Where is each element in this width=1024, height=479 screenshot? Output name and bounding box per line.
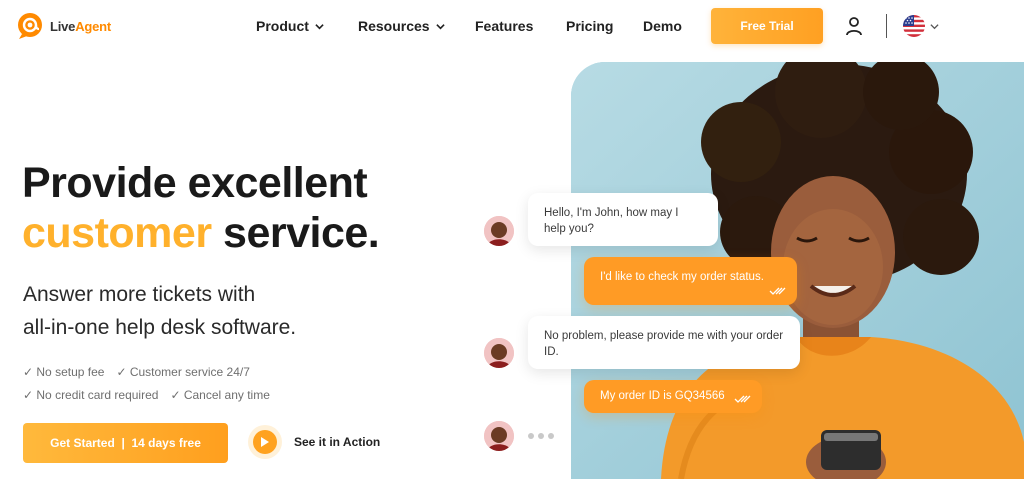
chat-message-user: My order ID is GQ34566 [584, 380, 762, 413]
get-started-button[interactable]: Get Started | 14 days free [23, 423, 228, 463]
hero-subheading: Answer more tickets with all-in-one help… [23, 278, 296, 344]
logo-text-agent: Agent [75, 18, 112, 34]
read-receipt-icon [734, 395, 751, 403]
nav-pricing[interactable]: Pricing [566, 18, 613, 34]
nav-pricing-label: Pricing [566, 18, 614, 34]
hero-headline: Provide excellent customer service. [22, 158, 380, 258]
logo-text-live: Live [50, 18, 76, 34]
agent-avatar [484, 338, 514, 368]
see-it-in-action-link[interactable]: See it in Action [248, 425, 380, 459]
chevron-down-icon [435, 23, 445, 29]
check-item: ✓ Customer service 24/7 [116, 365, 250, 379]
check-item: ✓ Cancel any time [170, 388, 270, 402]
free-trial-button[interactable]: Free Trial [711, 8, 823, 44]
user-account-icon[interactable] [845, 16, 863, 36]
check-item: ✓ No setup fee [23, 365, 105, 379]
subheading-line-2: all-in-one help desk software. [23, 316, 297, 339]
nav-divider [886, 14, 887, 38]
nav-demo[interactable]: Demo [643, 18, 682, 34]
chat-message-text: I'd like to check my order status. [600, 271, 764, 283]
feature-checklist: ✓ No setup fee ✓ Customer service 24/7 ✓… [23, 361, 270, 407]
chat-message-user: I'd like to check my order status. [584, 257, 797, 305]
subheading-line-1: Answer more tickets with [23, 283, 256, 306]
agent-avatar [484, 421, 514, 451]
chevron-down-icon [315, 23, 324, 29]
typing-indicator [528, 433, 554, 439]
headline-line-2: customer service. [22, 208, 380, 258]
headline-accent: customer [22, 209, 212, 257]
chat-message-agent: Hello, I'm John, how may I help you? [528, 193, 718, 246]
nav-features[interactable]: Features [475, 18, 533, 34]
play-icon [261, 437, 269, 447]
top-navigation: LiveAgent Product Resources Features Pri… [0, 0, 1024, 54]
headline-rest: service. [211, 209, 380, 257]
nav-resources-label: Resources [358, 18, 430, 34]
us-flag-icon[interactable] [903, 15, 925, 37]
nav-demo-label: Demo [643, 18, 682, 34]
check-item: ✓ No credit card required [23, 388, 159, 402]
logo-icon [18, 13, 42, 39]
nav-product-label: Product [256, 18, 309, 34]
read-receipt-icon [769, 287, 786, 295]
nav-features-label: Features [475, 18, 534, 34]
nav-product[interactable]: Product [256, 18, 324, 34]
headline-line-1: Provide excellent [22, 159, 368, 207]
agent-avatar [484, 216, 514, 246]
see-it-in-action-label: See it in Action [294, 435, 381, 449]
logo-text: LiveAgent [50, 19, 111, 34]
chat-message-agent: No problem, please provide me with your … [528, 316, 800, 369]
liveagent-logo[interactable]: LiveAgent [16, 12, 111, 40]
nav-resources[interactable]: Resources [358, 18, 445, 34]
language-chevron-down-icon[interactable] [930, 22, 939, 31]
play-button[interactable] [248, 425, 282, 459]
chat-message-text: My order ID is GQ34566 [600, 390, 725, 402]
